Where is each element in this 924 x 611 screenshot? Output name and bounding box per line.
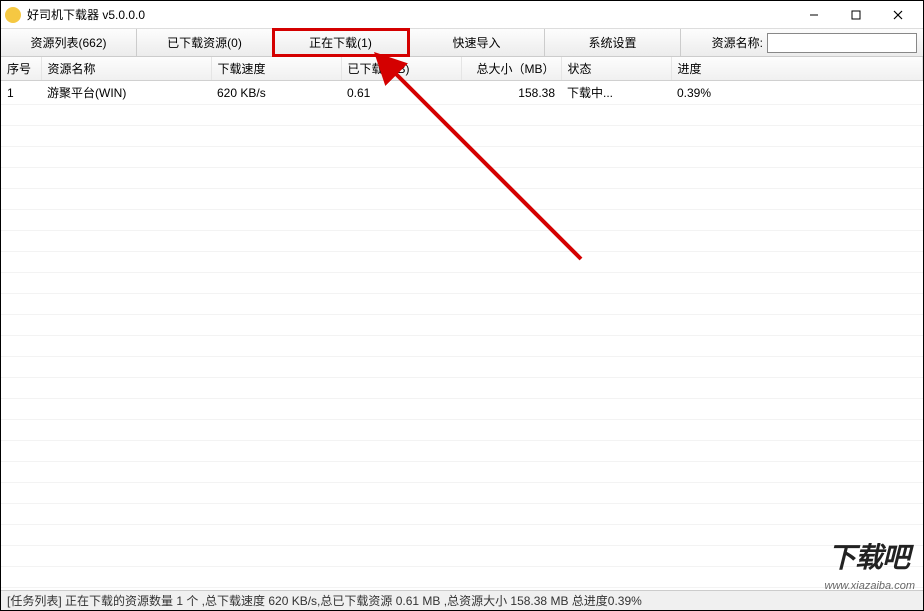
toolbar: 资源列表(662) 已下载资源(0) 正在下载(1) 快速导入 系统设置 资源名… <box>1 29 923 57</box>
tab-downloaded[interactable]: 已下载资源(0) <box>137 29 273 56</box>
table-row-empty <box>1 273 923 294</box>
col-header-progress[interactable]: 进度 <box>671 57 923 81</box>
statusbar-text: [任务列表] 正在下载的资源数量 1 个 ,总下载速度 620 KB/s,总已下… <box>7 592 642 609</box>
table-row-empty <box>1 252 923 273</box>
table-row-empty <box>1 336 923 357</box>
search-area: 资源名称: <box>706 29 923 56</box>
titlebar: 好司机下载器 v5.0.0.0 <box>1 1 923 29</box>
table-row-empty <box>1 294 923 315</box>
statusbar: [任务列表] 正在下载的资源数量 1 个 ,总下载速度 620 KB/s,总已下… <box>1 590 923 610</box>
table-row-empty <box>1 315 923 336</box>
cell-progress: 0.39% <box>671 81 923 105</box>
cell-status: 下载中... <box>561 81 671 105</box>
app-icon <box>5 7 21 23</box>
table-row-empty <box>1 378 923 399</box>
window-title: 好司机下载器 v5.0.0.0 <box>27 6 145 23</box>
table-row-empty <box>1 420 923 441</box>
cell-downloaded: 0.61 <box>341 81 461 105</box>
table-row-empty <box>1 105 923 126</box>
cell-name: 游聚平台(WIN) <box>41 81 211 105</box>
col-header-name[interactable]: 资源名称 <box>41 57 211 81</box>
table-row-empty <box>1 567 923 588</box>
cell-total: 158.38 <box>461 81 561 105</box>
table-row-empty <box>1 357 923 378</box>
cell-speed: 620 KB/s <box>211 81 341 105</box>
tab-system-settings[interactable]: 系统设置 <box>545 29 681 56</box>
tab-resource-list[interactable]: 资源列表(662) <box>1 29 137 56</box>
search-input[interactable] <box>767 33 917 53</box>
table-row-empty <box>1 210 923 231</box>
col-header-total[interactable]: 总大小（MB） <box>461 57 561 81</box>
download-table-body: 1游聚平台(WIN)620 KB/s0.61158.38下载中...0.39% <box>1 81 923 591</box>
download-table-wrap: 序号 资源名称 下载速度 已下载(MB) 总大小（MB） 状态 进度 1游聚平台… <box>1 57 923 590</box>
close-button[interactable] <box>877 2 919 28</box>
maximize-button[interactable] <box>835 2 877 28</box>
table-row-empty <box>1 483 923 504</box>
table-row-empty <box>1 462 923 483</box>
table-row-empty <box>1 441 923 462</box>
table-row[interactable]: 1游聚平台(WIN)620 KB/s0.61158.38下载中...0.39% <box>1 81 923 105</box>
table-row-empty <box>1 147 923 168</box>
tab-quick-import[interactable]: 快速导入 <box>409 29 545 56</box>
table-row-empty <box>1 504 923 525</box>
col-header-seq[interactable]: 序号 <box>1 57 41 81</box>
minimize-button[interactable] <box>793 2 835 28</box>
search-label: 资源名称: <box>712 34 763 51</box>
col-header-downloaded[interactable]: 已下载(MB) <box>341 57 461 81</box>
table-row-empty <box>1 126 923 147</box>
table-row-empty <box>1 546 923 567</box>
table-row-empty <box>1 525 923 546</box>
table-row-empty <box>1 231 923 252</box>
table-row-empty <box>1 189 923 210</box>
table-row-empty <box>1 399 923 420</box>
tab-downloading[interactable]: 正在下载(1) <box>273 29 409 56</box>
col-header-speed[interactable]: 下载速度 <box>211 57 341 81</box>
table-row-empty <box>1 168 923 189</box>
download-table: 序号 资源名称 下载速度 已下载(MB) 总大小（MB） 状态 进度 1游聚平台… <box>1 57 923 590</box>
col-header-status[interactable]: 状态 <box>561 57 671 81</box>
cell-seq: 1 <box>1 81 41 105</box>
